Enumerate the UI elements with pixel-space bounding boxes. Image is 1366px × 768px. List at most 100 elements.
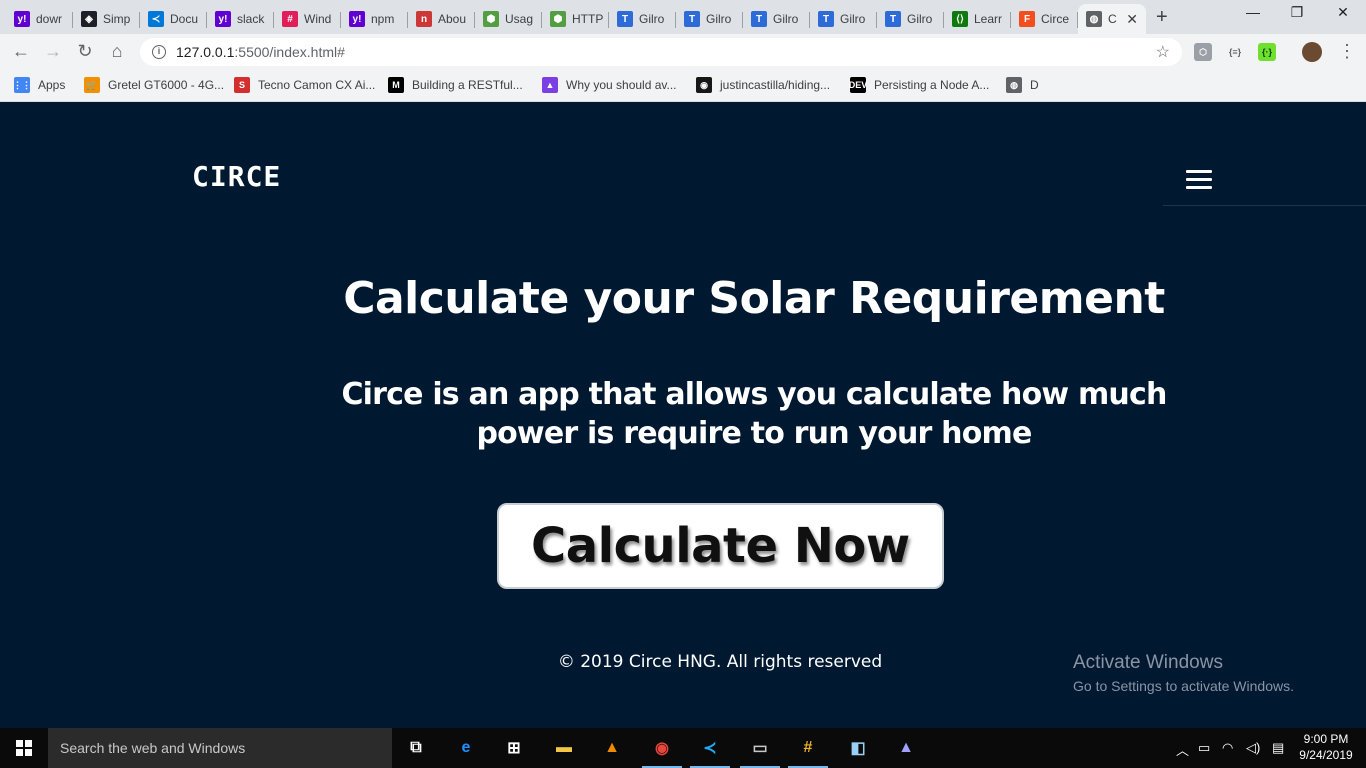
calculate-now-button[interactable]: Calculate Now [497,503,944,589]
close-tab-icon[interactable]: ✕ [1126,11,1138,28]
browser-tab[interactable]: y! slack [207,4,274,34]
browser-tab[interactable]: y! dowr [6,4,73,34]
bookmark-label: Gretel GT6000 - 4G... [108,78,225,92]
browser-tab[interactable]: ◈ Simp [73,4,140,34]
url-host: 127.0.0.1 [176,44,235,60]
typekit-icon: T [818,11,834,27]
browser-tab[interactable]: ◍ C ✕ [1078,4,1146,34]
browser-tab[interactable]: T Gilro [877,4,944,34]
menu-kebab-icon[interactable]: ⋮ [1336,41,1358,62]
github-icon: ◉ [696,77,712,93]
extension-cube-icon[interactable]: ⬡ [1194,43,1212,61]
minimize-button[interactable]: — [1230,4,1276,20]
bookmark-item[interactable]: DEV Persisting a Node A... [849,77,989,93]
bookmark-item[interactable]: S Tecno Camon CX Ai... [234,77,375,93]
clock-date: 9/24/2019 [1299,748,1353,762]
bookmark-label: D [1030,78,1039,92]
browser-tab[interactable]: ⟨⟩ Learr [944,4,1011,34]
yahoo-icon: y! [349,11,365,27]
browser-tab[interactable]: ≺ Docu [140,4,207,34]
show-hidden-icons-chevron-icon[interactable]: ︿ [1176,740,1189,759]
notifications-icon[interactable]: ▤ [1272,740,1284,756]
hamburger-line [1186,170,1212,173]
file-explorer-icon[interactable]: ▬ [550,734,578,762]
volume-icon[interactable]: ◁) [1246,740,1260,756]
globe-icon: ◍ [1086,11,1102,27]
hero-title: Calculate your Solar Requirement [343,273,1165,324]
wifi-icon[interactable]: ◠ [1222,740,1233,756]
slack-icon[interactable]: # [788,734,828,768]
browser-tab[interactable]: T Gilro [743,4,810,34]
slack-icon: # [282,11,298,27]
close-window-button[interactable]: ✕ [1320,4,1366,21]
store-icon[interactable]: ⊞ [500,734,528,762]
code-extension-icon[interactable]: {·} [1258,43,1276,61]
browser-tab[interactable]: ⬢ Usag [475,4,542,34]
taskbar-clock[interactable]: 9:00 PM 9/24/2019 [1294,731,1358,763]
apps-grid-icon: ⋮⋮ [13,77,31,93]
browser-tab[interactable]: ⬢ HTTP [542,4,609,34]
globe-icon: ◍ [1006,77,1022,93]
browser-tab[interactable]: T Gilro [676,4,743,34]
profile-avatar[interactable] [1302,42,1322,62]
bookmark-item[interactable]: ⋮⋮ Apps [13,77,66,93]
bookmark-item[interactable]: ◍ D [1006,77,1039,93]
start-button[interactable] [0,728,48,768]
reload-icon[interactable]: ↻ [74,41,96,62]
circe-logo[interactable]: CIRCE [192,160,281,193]
taskbar-search-input[interactable]: Search the web and Windows [48,728,392,768]
vlc-icon[interactable]: ▲ [598,734,626,762]
typekit-icon: T [751,11,767,27]
hamburger-line [1186,186,1212,189]
browser-tab[interactable]: # Wind [274,4,341,34]
maximize-button[interactable]: ❐ [1274,4,1320,21]
new-tab-button[interactable]: + [1156,6,1168,29]
tab-label: Gilro [907,12,933,26]
bookmark-star-icon[interactable]: ☆ [1156,42,1170,62]
task-view-icon[interactable]: ⧉ [402,734,430,762]
bookmarks-bar: ⋮⋮ Apps 🛒 Gretel GT6000 - 4G... S Tecno Camon… [0,70,1366,102]
back-icon[interactable]: ← [10,41,32,62]
bookmark-label: Apps [38,78,66,92]
tab-label: Gilro [840,12,866,26]
tab-label: npm [371,12,395,26]
json-viewer-icon[interactable]: {≡} [1226,43,1244,61]
edge-icon[interactable]: e [452,734,480,762]
nodejs-icon: ⬢ [550,11,566,27]
windows-logo-icon [16,740,32,756]
nodejs-icon: ⬢ [483,11,499,27]
tab-label: Circe [1041,12,1070,26]
tab-label: Gilro [773,12,799,26]
vscode-icon[interactable]: ≺ [690,734,730,768]
inkscape-icon[interactable]: ▲ [892,734,920,762]
bookmark-item[interactable]: ◉ justincastilla/hiding... [696,77,830,93]
browser-tab[interactable]: T Gilro [609,4,676,34]
typekit-icon: T [684,11,700,27]
browser-tab[interactable]: T Gilro [810,4,877,34]
watermark-subtitle: Go to Settings to activate Windows. [1073,678,1294,694]
info-icon[interactable]: i [152,45,166,59]
url-path: :5500/index.html# [234,44,345,60]
battery-icon[interactable]: ▭ [1198,740,1210,756]
address-bar[interactable]: i 127.0.0.1 :5500/index.html# ☆ [140,38,1182,66]
learn-icon: ⟨⟩ [952,11,968,27]
activate-windows-watermark: Activate Windows Go to Settings to activ… [1073,652,1294,694]
hamburger-menu-icon[interactable] [1186,170,1212,190]
medium-icon: M [388,77,404,93]
codepen-icon: ◈ [81,11,97,27]
bookmark-item[interactable]: 🛒 Gretel GT6000 - 4G... [84,77,224,93]
browser-tab[interactable]: n Abou [408,4,475,34]
clock-time: 9:00 PM [1303,732,1349,746]
terminal-icon[interactable]: ▭ [740,734,780,768]
chrome-icon[interactable]: ◉ [642,734,682,768]
forward-icon[interactable]: → [42,41,64,62]
bookmark-label: Why you should av... [566,78,677,92]
home-icon[interactable]: ⌂ [106,41,128,62]
tab-label: Docu [170,12,199,26]
browser-tab[interactable]: y! npm [341,4,408,34]
browser-tab[interactable]: F Circe [1011,4,1078,34]
bookmark-item[interactable]: M Building a RESTful... [388,77,523,93]
bookmark-item[interactable]: ▲ Why you should av... [542,77,677,93]
slot-icon: S [234,77,250,93]
notepad-icon[interactable]: ◧ [844,734,872,762]
